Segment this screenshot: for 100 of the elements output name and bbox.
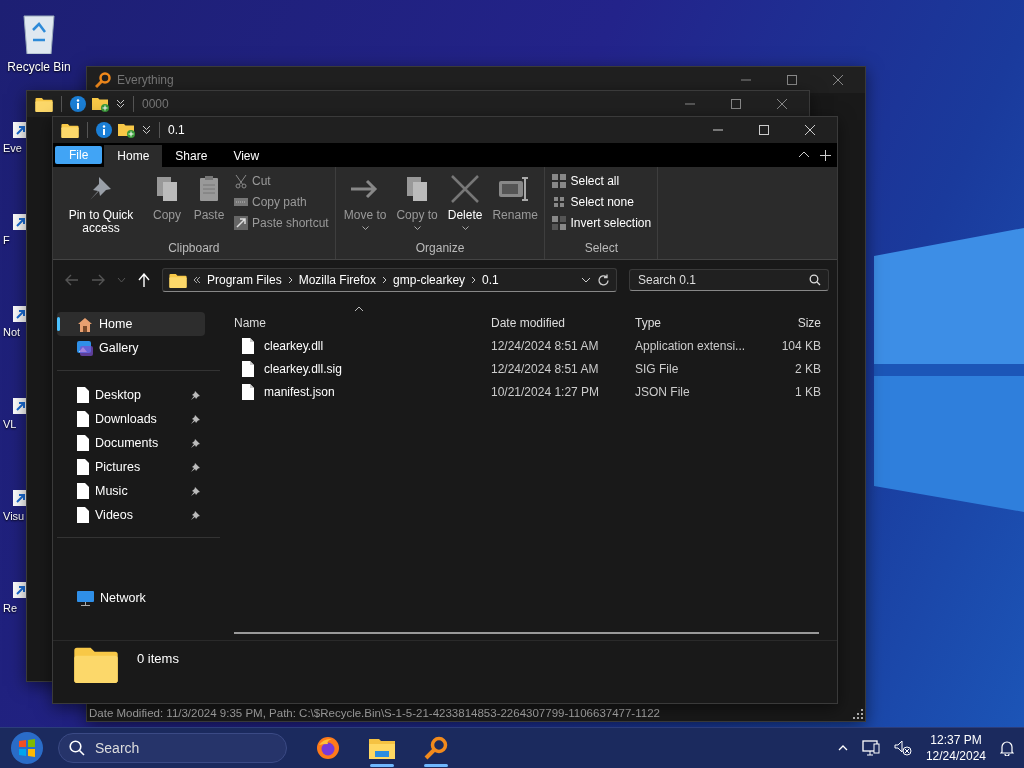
- start-button-icon[interactable]: [10, 731, 44, 765]
- search-icon: [69, 740, 85, 756]
- desktop-icon-label[interactable]: F: [3, 234, 10, 246]
- desktop-icon-label[interactable]: Visu: [3, 510, 25, 522]
- type-cell-text: SIG File: [635, 361, 680, 376]
- address-bar[interactable]: Program Files Mozilla Firefox gmp-clearkey 0.1: [162, 268, 617, 292]
- grid-icon: [551, 215, 568, 231]
- maximize-icon[interactable]: [759, 125, 769, 135]
- magnifier-icon: [95, 72, 111, 88]
- speaker-muted-icon[interactable]: [893, 740, 912, 756]
- chevron-right-icon[interactable]: [382, 276, 388, 284]
- ribbon-button[interactable]: Invert selection: [549, 214, 654, 232]
- document-icon: [77, 435, 89, 451]
- scissors-icon: [233, 173, 249, 189]
- double-chevron-icon[interactable]: [193, 276, 201, 284]
- type-cell-text: JSON File: [635, 384, 691, 399]
- document-icon: [77, 459, 89, 475]
- type-cell-text: Application extensi...: [635, 338, 747, 353]
- monitor-icon: [77, 590, 94, 606]
- sidebar-item[interactable]: Home: [57, 312, 205, 336]
- maximize-icon[interactable]: [787, 75, 797, 85]
- ribbon-group-label: Clipboard: [167, 240, 221, 257]
- clock[interactable]: 12:37 PM 12/24/2024: [925, 732, 986, 764]
- plus-icon[interactable]: [820, 150, 831, 161]
- status-text: Date Modified: 11/3/2024 9:35 PM, Path: C:\$Recycle.Bin\S-1-5-21-4233814853-2264307799-1106637477-1122: [89, 707, 660, 720]
- size-cell-text: 2 KB: [794, 361, 821, 376]
- ribbon-group-label: Select: [583, 240, 619, 257]
- column-header[interactable]: Type: [635, 306, 761, 330]
- shortcut-icon: [233, 215, 249, 231]
- magnifier-icon: [424, 736, 448, 760]
- house-icon: [77, 316, 93, 332]
- close-icon[interactable]: [777, 99, 787, 109]
- file-name[interactable]: clearkey.dll.sig: [264, 361, 342, 376]
- ribbon-tab[interactable]: Share: [162, 145, 221, 167]
- column-header[interactable]: Date modified: [491, 306, 635, 330]
- window-title: Everything: [117, 73, 174, 87]
- chevron-down-icon[interactable]: [116, 99, 125, 109]
- document-icon: [77, 411, 89, 427]
- document-icon: [242, 383, 254, 400]
- column-header[interactable]: Size: [761, 306, 821, 330]
- folder-icon: [73, 645, 119, 683]
- desktop-icon-label[interactable]: Recycle Bin: [7, 60, 71, 74]
- sidebar-item[interactable]: Pictures: [57, 455, 205, 479]
- info-icon[interactable]: [70, 96, 86, 112]
- desktop-icon-label[interactable]: VL: [3, 418, 17, 430]
- scrollbar[interactable]: [234, 632, 819, 634]
- size-cell-text: 104 KB: [780, 338, 821, 353]
- monitor-icon[interactable]: [861, 740, 880, 756]
- document-icon: [77, 387, 89, 403]
- column-header[interactable]: Name: [234, 306, 491, 330]
- folder-icon: [35, 96, 53, 112]
- bell-icon[interactable]: [1000, 740, 1014, 756]
- chevron-right-icon[interactable]: [287, 276, 293, 284]
- document-icon: [77, 483, 89, 499]
- ribbon-button[interactable]: Select none: [549, 193, 654, 211]
- desktop-icon-label[interactable]: Eve: [3, 142, 22, 154]
- taskbar-search-field[interactable]: Search: [58, 733, 287, 763]
- ribbon-button[interactable]: Delete: [443, 171, 487, 239]
- ribbon-button[interactable]: Select all: [549, 172, 654, 190]
- new-folder-icon[interactable]: [118, 122, 136, 138]
- sidebar-item[interactable]: Videos: [57, 503, 205, 527]
- resize-grip-icon[interactable]: [853, 708, 863, 719]
- ribbon-group-label: Organize: [414, 240, 466, 257]
- x-icon: [449, 173, 482, 205]
- date-cell-text: 10/21/2024 1:27 PM: [491, 384, 601, 399]
- collapse-ribbon-icon[interactable]: [798, 150, 810, 158]
- chevron-right-icon[interactable]: [471, 276, 477, 284]
- sidebar-item[interactable]: Desktop: [57, 383, 205, 407]
- refresh-icon[interactable]: [597, 273, 610, 287]
- sidebar-item[interactable]: Gallery: [57, 336, 205, 360]
- sidebar-item[interactable]: Documents: [57, 431, 205, 455]
- search-field[interactable]: Search 0.1: [629, 269, 829, 291]
- desktop-icon-label[interactable]: Not: [3, 326, 21, 338]
- maximize-icon[interactable]: [731, 99, 741, 109]
- sidebar-item[interactable]: Downloads: [57, 407, 205, 431]
- size-cell-text: 1 KB: [794, 384, 821, 399]
- chevron-up-icon[interactable]: [837, 745, 848, 751]
- sidebar-item[interactable]: Music: [57, 479, 205, 503]
- sidebar-item[interactable]: Network: [57, 586, 205, 610]
- close-icon[interactable]: [833, 75, 843, 85]
- ribbon-tab[interactable]: Home: [104, 145, 163, 167]
- gallery-icon: [77, 340, 93, 356]
- new-folder-icon[interactable]: [92, 96, 110, 112]
- file-name[interactable]: clearkey.dll: [264, 338, 324, 353]
- chevron-down-icon[interactable]: [142, 125, 151, 135]
- document-icon: [242, 337, 254, 354]
- caret-icon[interactable]: [461, 226, 469, 230]
- ribbon-button[interactable]: Pin to Quick access: [57, 171, 145, 239]
- up-arrow-icon[interactable]: [138, 273, 150, 287]
- item-count: 0 items: [137, 650, 179, 666]
- date-cell-text: 12/24/2024 8:51 AM: [491, 338, 600, 353]
- close-icon[interactable]: [805, 125, 815, 135]
- grid-icon: [551, 173, 568, 189]
- file-name[interactable]: manifest.json: [264, 384, 335, 399]
- window-title: 0.1: [168, 123, 185, 137]
- info-icon[interactable]: [96, 122, 112, 138]
- date-cell-text: 12/24/2024 8:51 AM: [491, 361, 600, 376]
- desktop-icon-label[interactable]: Re: [3, 602, 18, 614]
- ribbon-tab[interactable]: View: [220, 145, 273, 167]
- document-icon: [77, 507, 89, 523]
